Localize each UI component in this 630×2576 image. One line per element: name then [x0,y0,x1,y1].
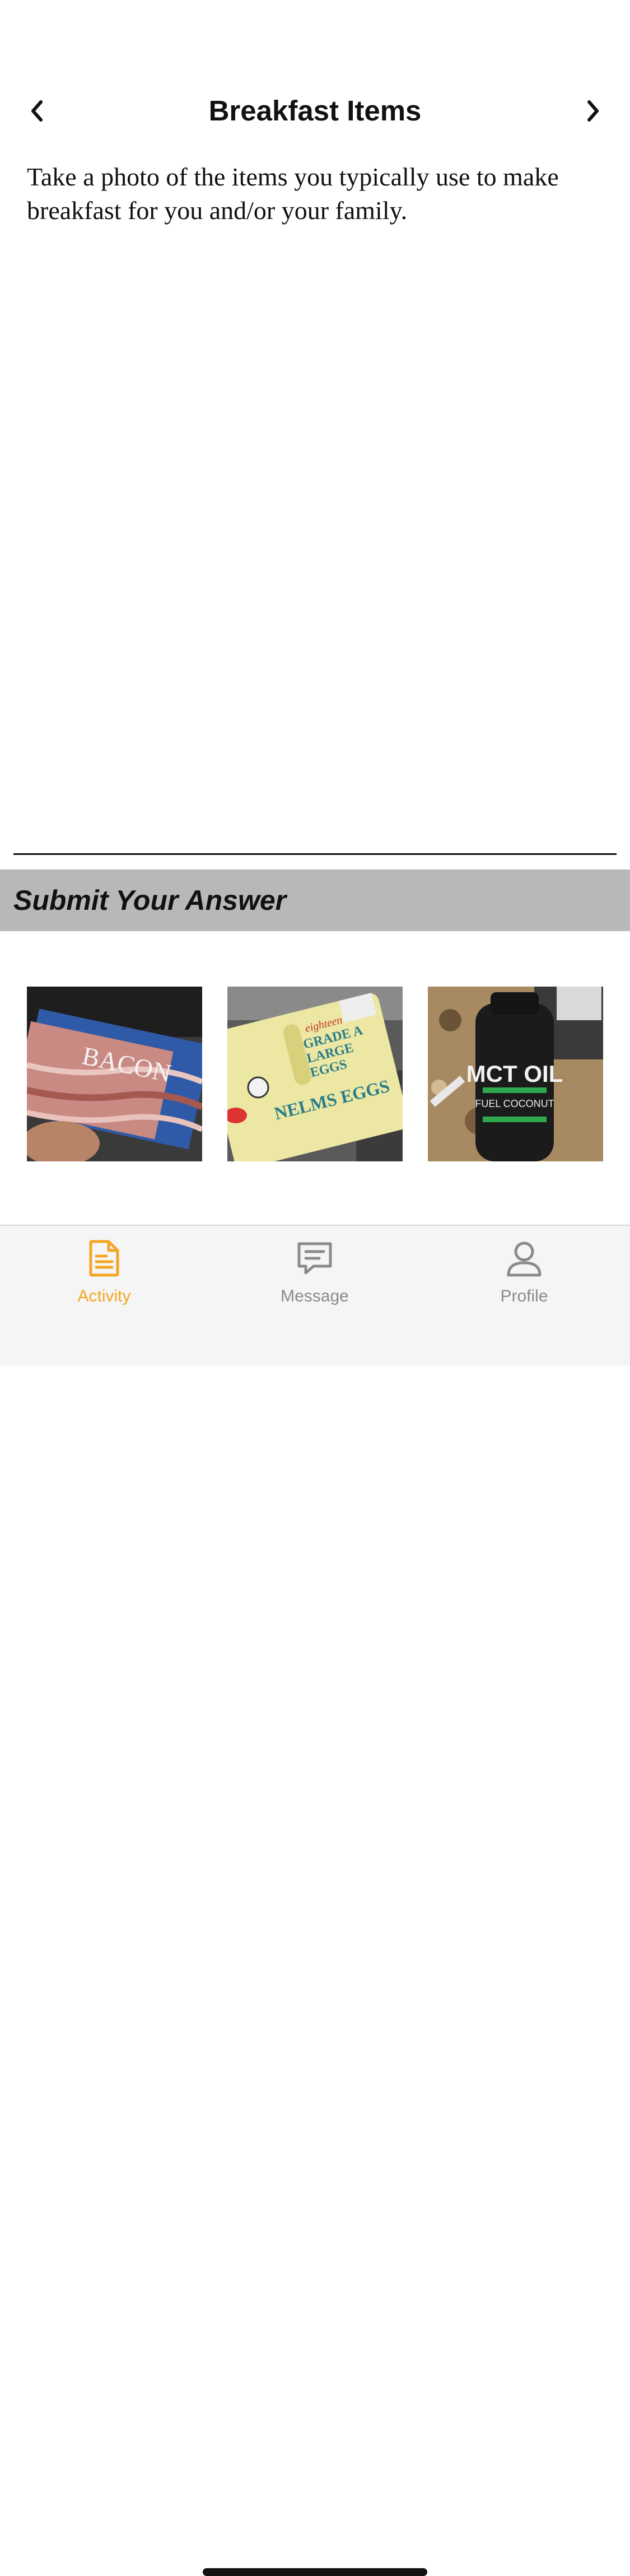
home-indicator[interactable] [203,2568,427,2576]
tab-label: Profile [500,1287,548,1305]
svg-text:MCT OIL: MCT OIL [466,1061,563,1087]
divider [13,853,617,855]
page-title: Breakfast Items [208,95,422,127]
bacon-photo: BACON [27,987,202,1161]
mct-oil-label: MCT OIL [466,1061,563,1087]
tab-message[interactable]: Message [248,1238,382,1317]
mct-oil-photo: MCT OIL FUEL COCONUT [428,987,603,1161]
svg-text:FUEL COCONUT: FUEL COCONUT [475,1098,554,1109]
photo-grid: BACON NELMS EGGS eighteen GRADE A LARGE … [27,987,603,1161]
photo-thumbnail[interactable]: MCT OIL FUEL COCONUT [428,987,603,1161]
tab-activity[interactable]: Activity [37,1238,171,1317]
submit-answer-section: Submit Your Answer [0,869,630,931]
previous-button[interactable] [20,94,54,128]
chat-icon [295,1238,335,1278]
question-prompt: Take a photo of the items you typically … [27,162,559,225]
next-button[interactable] [576,94,610,128]
eggs-photo: NELMS EGGS eighteen GRADE A LARGE EGGS [227,987,403,1161]
submit-answer-title: Submit Your Answer [13,885,287,916]
chevron-left-icon [31,100,43,122]
photo-thumbnail[interactable]: NELMS EGGS eighteen GRADE A LARGE EGGS [227,987,403,1161]
tab-profile[interactable]: Profile [457,1238,591,1317]
chevron-right-icon [587,100,599,122]
tab-bar: Activity Message Profile [0,1225,630,2576]
photo-thumbnail[interactable]: BACON [27,987,202,1161]
document-icon [84,1238,124,1278]
person-icon [504,1238,544,1278]
header: Breakfast Items [0,84,630,138]
tab-label: Message [281,1287,349,1305]
tab-label: Activity [77,1287,131,1305]
